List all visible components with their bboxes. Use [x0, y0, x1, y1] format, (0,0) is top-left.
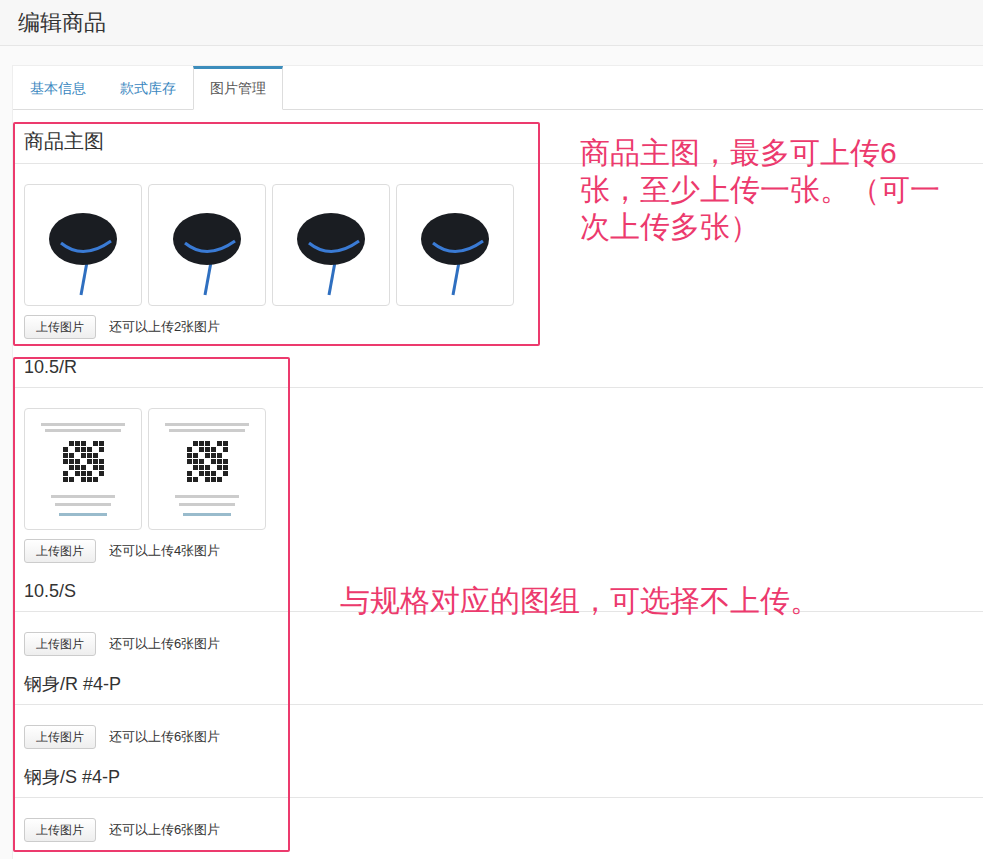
golf-club-icon	[31, 191, 135, 299]
upload-row: 上传图片还可以上传2张图片	[13, 306, 983, 339]
annotation-box	[13, 357, 290, 852]
qr-code-icon	[155, 415, 259, 523]
upload-row: 上传图片还可以上传6张图片	[13, 798, 983, 842]
spec-image-group: 钢身/S #4-P上传图片还可以上传6张图片	[13, 764, 983, 842]
upload-row: 上传图片还可以上传6张图片	[13, 705, 983, 749]
upload-hint: 还可以上传4张图片	[109, 542, 220, 560]
tab[interactable]: 图片管理	[193, 66, 283, 110]
tab[interactable]: 款式库存	[103, 66, 193, 110]
upload-button[interactable]: 上传图片	[24, 315, 96, 339]
tab-bar: 基本信息款式库存图片管理	[13, 66, 983, 110]
upload-row: 上传图片还可以上传6张图片	[13, 612, 983, 656]
image-thumbnail[interactable]	[272, 184, 390, 306]
upload-button[interactable]: 上传图片	[24, 539, 96, 563]
upload-button[interactable]: 上传图片	[24, 632, 96, 656]
image-thumbnail[interactable]	[24, 184, 142, 306]
spec-image-group: 钢身/R #4-P上传图片还可以上传6张图片	[13, 671, 983, 749]
annotation-text: 商品主图，最多可上传6张，至少上传一张。（可一次上传多张）	[580, 134, 952, 245]
section-title: 10.5/R	[13, 354, 983, 388]
upload-hint: 还可以上传2张图片	[109, 318, 220, 336]
image-thumbnail[interactable]	[148, 184, 266, 306]
upload-hint: 还可以上传6张图片	[109, 635, 220, 653]
golf-club-icon	[279, 191, 383, 299]
tab[interactable]: 基本信息	[13, 66, 103, 110]
image-manager: 商品主图上传图片还可以上传2张图片10.5/R上传图片还可以上传4张图片10.5…	[13, 110, 983, 857]
section-title: 钢身/R #4-P	[13, 671, 983, 705]
upload-hint: 还可以上传6张图片	[109, 821, 220, 839]
spec-image-group: 10.5/R 上传图片还可以上传4张图片	[13, 354, 983, 563]
upload-button[interactable]: 上传图片	[24, 725, 96, 749]
upload-button[interactable]: 上传图片	[24, 818, 96, 842]
image-thumbnail[interactable]	[148, 408, 266, 530]
upload-row: 上传图片还可以上传4张图片	[13, 530, 983, 563]
annotation-box	[13, 122, 540, 346]
image-thumbnail[interactable]	[24, 408, 142, 530]
thumbnail-row	[13, 388, 983, 530]
golf-club-icon	[403, 191, 507, 299]
qr-code-icon	[31, 415, 135, 523]
golf-club-icon	[155, 191, 259, 299]
upload-hint: 还可以上传6张图片	[109, 728, 220, 746]
page-header: 编辑商品	[0, 0, 983, 46]
annotation-text: 与规格对应的图组，可选择不上传。	[340, 582, 820, 619]
image-thumbnail[interactable]	[396, 184, 514, 306]
page: 编辑商品基本信息款式库存图片管理商品主图上传图片还可以上传2张图片10.5/R上…	[0, 0, 983, 859]
section-title: 钢身/S #4-P	[13, 764, 983, 798]
